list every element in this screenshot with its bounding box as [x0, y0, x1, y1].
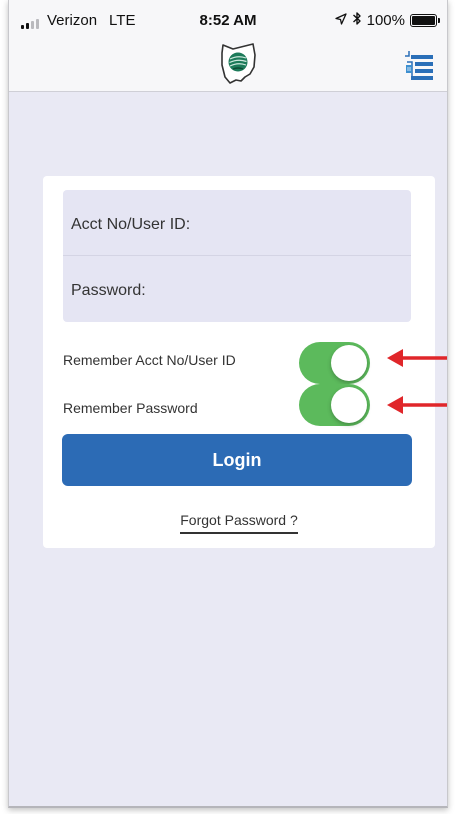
- toggle-knob: [331, 387, 367, 423]
- remember-user-label: Remember Acct No/User ID: [63, 352, 236, 368]
- password-field-row: [63, 256, 411, 322]
- location-arrow-icon: [334, 12, 347, 29]
- annotation-arrow-icon: [385, 347, 447, 374]
- battery-percent: 100%: [366, 12, 405, 29]
- user-id-field-row: [63, 190, 411, 256]
- credentials-fields: [63, 190, 411, 322]
- login-button[interactable]: Login: [62, 434, 412, 486]
- battery-fill: [412, 16, 435, 25]
- status-bar: Verizon LTE 8:52 AM 100%: [9, 0, 447, 40]
- remember-user-toggle[interactable]: [299, 342, 370, 384]
- forgot-password-row: Forgot Password ?: [43, 512, 435, 534]
- bluetooth-icon: [352, 11, 362, 30]
- toggle-knob: [331, 345, 367, 381]
- menu-list-icon[interactable]: [403, 48, 435, 89]
- nav-bar: [9, 40, 447, 92]
- remember-password-toggle[interactable]: [299, 384, 370, 426]
- battery-icon: [410, 14, 440, 27]
- phone-screen: Verizon LTE 8:52 AM 100% Acct No/User ID…: [8, 0, 448, 808]
- remember-user-row: Remember Acct No/User ID: [63, 340, 411, 384]
- remember-password-label: Remember Password: [63, 400, 198, 416]
- user-id-input[interactable]: [71, 190, 411, 255]
- status-right: 100%: [334, 11, 440, 30]
- password-input[interactable]: [71, 256, 411, 322]
- ohio-state-logo-icon: [219, 41, 259, 92]
- login-card: Remember Acct No/User ID Remember Passwo…: [43, 176, 435, 548]
- remember-password-row: Remember Password: [63, 384, 411, 428]
- annotation-arrow-icon: [385, 394, 447, 421]
- forgot-password-link[interactable]: Forgot Password ?: [180, 512, 298, 534]
